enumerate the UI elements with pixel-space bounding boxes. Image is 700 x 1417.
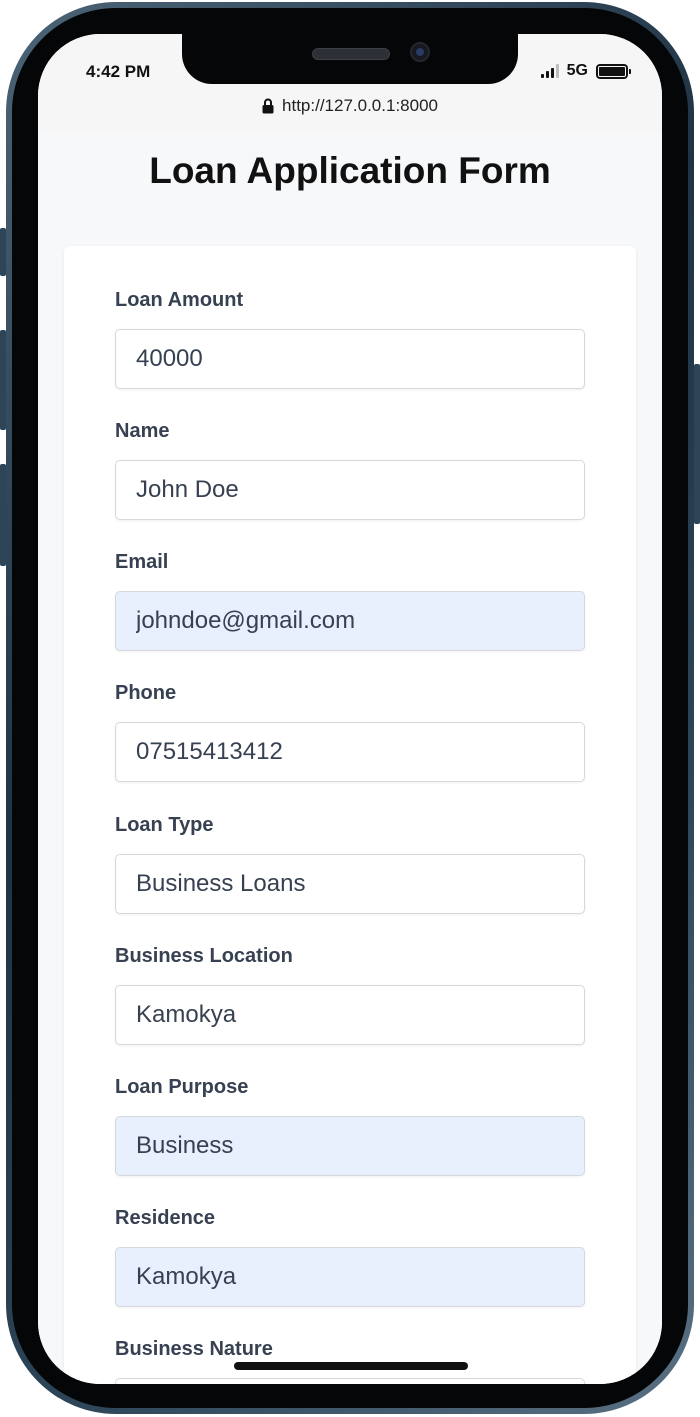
business-nature-label: Business Nature [115,1338,273,1360]
page-title: Loan Application Form [149,150,551,191]
front-camera [410,42,430,62]
loan-amount-label: Loan Amount [115,289,244,311]
field-loan-purpose: Loan Purpose [115,1073,585,1176]
lock-icon [262,98,274,114]
field-business-location: Business Location [115,942,585,1045]
power-button [694,364,700,524]
field-name: Name [115,417,585,520]
field-phone: Phone [115,679,585,782]
url-bar[interactable]: http://127.0.0.1:8000 [38,96,662,116]
mute-switch [0,228,6,276]
loan-type-label: Loan Type [115,814,214,836]
field-business-nature: Business Nature [115,1335,585,1384]
volume-down-button [0,464,6,566]
loan-amount-input[interactable] [115,329,585,389]
phone-label: Phone [115,682,177,704]
signal-icon [540,64,559,78]
business-nature-input[interactable] [115,1378,585,1384]
battery-icon [596,63,631,79]
page-content: Loan Application Form Loan Amount Name E… [38,132,662,1384]
status-time: 4:42 PM [86,62,151,81]
speaker-grille [312,48,390,60]
phone-screen: 4:42 PM 5G http://127.0.0.1:8000 Loan Ap… [38,34,662,1384]
home-indicator[interactable] [234,1362,468,1370]
battery-fill [599,66,625,76]
name-label: Name [115,420,170,442]
field-loan-type: Loan Type [115,811,585,914]
notch [182,34,518,84]
url-text: http://127.0.0.1:8000 [282,96,438,115]
loan-purpose-label: Loan Purpose [115,1076,249,1098]
residence-input[interactable] [115,1247,585,1307]
field-loan-amount: Loan Amount [115,286,585,389]
email-input[interactable] [115,591,585,651]
phone-input[interactable] [115,722,585,782]
business-location-label: Business Location [115,945,293,967]
network-label: 5G [566,62,588,79]
form-card: Loan Amount Name Email Phone Loan Type B… [64,246,636,1384]
business-location-input[interactable] [115,985,585,1045]
residence-label: Residence [115,1207,216,1229]
field-email: Email [115,548,585,651]
name-input[interactable] [115,460,585,520]
volume-up-button [0,330,6,430]
loan-type-input[interactable] [115,854,585,914]
field-residence: Residence [115,1204,585,1307]
email-label: Email [115,551,169,573]
loan-purpose-input[interactable] [115,1116,585,1176]
status-icons: 5G [540,62,631,80]
